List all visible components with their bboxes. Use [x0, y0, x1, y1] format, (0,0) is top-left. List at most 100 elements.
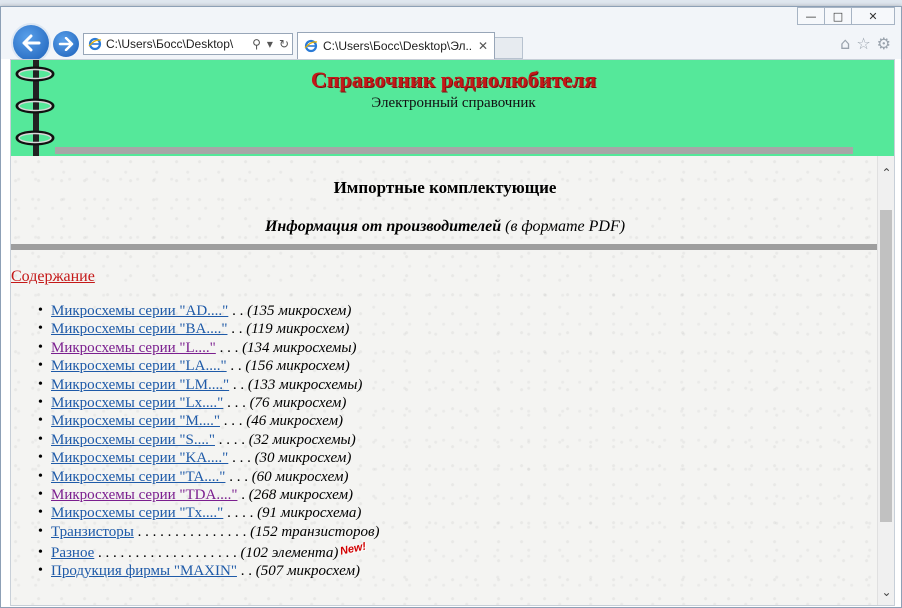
list-item: Микросхемы серии "AD...." . . (135 микро…: [38, 302, 379, 321]
item-dots: . . . . . . . . . . . . . . .: [133, 523, 251, 540]
item-count: (156 микросхем): [245, 358, 350, 375]
item-dots: . . .: [225, 468, 252, 485]
list-item: Микросхемы серии "LA...." . . (156 микро…: [38, 357, 379, 376]
maximize-button[interactable]: □: [824, 7, 852, 25]
item-link[interactable]: Продукция фирмы "MAXIN": [51, 563, 237, 579]
item-count: (76 микросхем): [249, 394, 347, 411]
item-dots: . . .: [219, 413, 247, 430]
list-item: Микросхемы серии "BA...." . . (119 микро…: [38, 320, 379, 339]
item-count: (507 микросхем): [255, 563, 361, 580]
list-item: Продукция фирмы "MAXIN" . . (507 микросх…: [38, 562, 379, 581]
list-item: Разное . . . . . . . . . . . . . . . . .…: [38, 540, 379, 565]
forward-button[interactable]: [53, 31, 79, 57]
address-bar[interactable]: C:\Users\Босс\Desktop\ ⚲ ▾ ↻: [83, 33, 293, 55]
close-button[interactable]: ✕: [851, 7, 895, 25]
item-dots: . . . . . . . . . . . . . . . . . . .: [94, 545, 241, 562]
banner-divider: [55, 147, 853, 154]
item-dots: . . . .: [214, 431, 249, 448]
item-count: (91 микросхема): [257, 505, 362, 522]
item-link[interactable]: Микросхемы серии "TDA....": [51, 487, 237, 503]
item-link[interactable]: Микросхемы серии "KA....": [51, 450, 228, 466]
item-count: (268 микросхем): [248, 486, 354, 503]
vertical-scrollbar[interactable]: ⌃ ⌄: [877, 156, 894, 605]
item-count: (135 микросхем): [247, 303, 352, 319]
list-item: Микросхемы серии "Lx...." . . . (76 микр…: [38, 394, 379, 413]
info-rest: (в формате PDF): [501, 218, 626, 235]
section-divider: [11, 244, 879, 250]
item-link[interactable]: Микросхемы серии "BA....": [51, 321, 227, 337]
site-subtitle: Электронный справочник: [371, 95, 536, 111]
ie-icon: [88, 37, 102, 51]
item-link[interactable]: Микросхемы серии "M....": [51, 413, 220, 429]
dropdown-icon[interactable]: ▾: [264, 37, 276, 51]
section-heading: Импортные комплектующие: [333, 178, 557, 197]
list-item: Микросхемы серии "KA...." . . . (30 микр…: [38, 449, 379, 468]
item-count: (133 микросхемы): [247, 376, 363, 393]
item-count: (30 микросхем): [254, 450, 352, 467]
item-dots: . . .: [223, 394, 250, 411]
page-content: Импортные комплектующие Информация от пр…: [11, 156, 879, 605]
item-count: (60 микросхем): [251, 468, 349, 485]
item-link[interactable]: Разное: [51, 545, 94, 561]
list-item: Микросхемы серии "TDA...." . (268 микрос…: [38, 486, 379, 505]
item-link[interactable]: Микросхемы серии "LA....": [51, 358, 227, 374]
item-link[interactable]: Микросхемы серии "TA....": [51, 469, 225, 485]
item-dots: . .: [227, 321, 247, 338]
item-count: (46 микросхем): [246, 413, 344, 430]
tab-title: C:\Users\Босс\Desktop\Эл...: [323, 39, 472, 53]
page-viewport: Справочник радиолюбителя Электронный спр…: [10, 59, 895, 606]
info-bold: Информация от производителей: [264, 218, 502, 235]
arrow-left-icon: [22, 34, 41, 52]
list-item: Микросхемы серии "L...." . . . (134 микр…: [38, 339, 379, 358]
back-button[interactable]: [13, 25, 49, 61]
component-list: Микросхемы серии "AD...." . . (135 микро…: [11, 302, 380, 581]
minimize-button[interactable]: —: [797, 7, 825, 25]
item-dots: . .: [229, 376, 248, 393]
item-dots: . . .: [215, 339, 243, 356]
scroll-down-icon[interactable]: ⌄: [878, 585, 894, 599]
refresh-icon[interactable]: ↻: [276, 37, 292, 51]
browser-toolbar: — □ ✕ C:\Users\Босс\Desktop\ ⚲ ▾ ↻ C:\Us…: [1, 7, 901, 61]
list-item: Микросхемы серии "S...." . . . . (32 мик…: [38, 431, 379, 450]
scroll-up-icon[interactable]: ⌃: [878, 166, 894, 180]
item-link[interactable]: Микросхемы серии "Lx....": [51, 395, 223, 411]
site-banner: Справочник радиолюбителя Электронный спр…: [11, 60, 894, 156]
tab-close-icon[interactable]: ✕: [472, 39, 494, 53]
scroll-thumb[interactable]: [880, 210, 892, 522]
tab-active[interactable]: C:\Users\Босс\Desktop\Эл... ✕: [297, 32, 495, 59]
address-text: C:\Users\Босс\Desktop\: [106, 37, 234, 51]
new-tab-button[interactable]: [495, 37, 523, 59]
info-line: Информация от производителей (в формате …: [11, 218, 879, 236]
item-link[interactable]: Транзисторы: [51, 524, 134, 540]
new-badge: New!: [339, 540, 368, 558]
item-link[interactable]: Микросхемы серии "Tx....": [51, 505, 223, 521]
browser-window: — □ ✕ C:\Users\Босс\Desktop\ ⚲ ▾ ↻ C:\Us…: [0, 6, 902, 608]
settings-gear-icon[interactable]: ⚙: [877, 34, 891, 53]
item-dots: . .: [226, 358, 246, 375]
item-dots: .: [237, 486, 249, 503]
search-icon[interactable]: ⚲: [249, 37, 264, 51]
list-item: Микросхемы серии "LM...." . . (133 микро…: [38, 376, 379, 395]
arrow-right-icon: [58, 37, 74, 51]
list-item: Микросхемы серии "Tx...." . . . . (91 ми…: [38, 504, 379, 523]
list-item: Транзисторы . . . . . . . . . . . . . . …: [38, 523, 380, 542]
item-count: (152 транзисторов): [250, 523, 380, 540]
item-dots: . . . .: [223, 505, 258, 522]
item-count: (119 микросхем): [246, 321, 350, 338]
item-dots: . .: [228, 303, 248, 319]
item-link[interactable]: Микросхемы серии "L....": [51, 340, 216, 356]
favorites-star-icon[interactable]: ☆: [856, 34, 870, 53]
toc-link[interactable]: Содержание: [11, 268, 95, 286]
browser-tools: ⌂ ☆ ⚙: [840, 34, 891, 53]
item-dots: . . .: [228, 450, 255, 467]
item-count: (134 микросхемы): [242, 339, 357, 356]
item-count: (102 элемента): [240, 545, 339, 562]
item-dots: . .: [236, 563, 256, 580]
item-link[interactable]: Микросхемы серии "AD....": [51, 303, 228, 319]
window-controls: — □ ✕: [797, 7, 895, 25]
site-title: Справочник радиолюбителя: [310, 67, 597, 92]
item-link[interactable]: Микросхемы серии "S....": [51, 432, 215, 448]
home-icon[interactable]: ⌂: [840, 34, 850, 53]
item-count: (32 микросхемы): [248, 431, 356, 448]
item-link[interactable]: Микросхемы серии "LM....": [51, 377, 229, 393]
